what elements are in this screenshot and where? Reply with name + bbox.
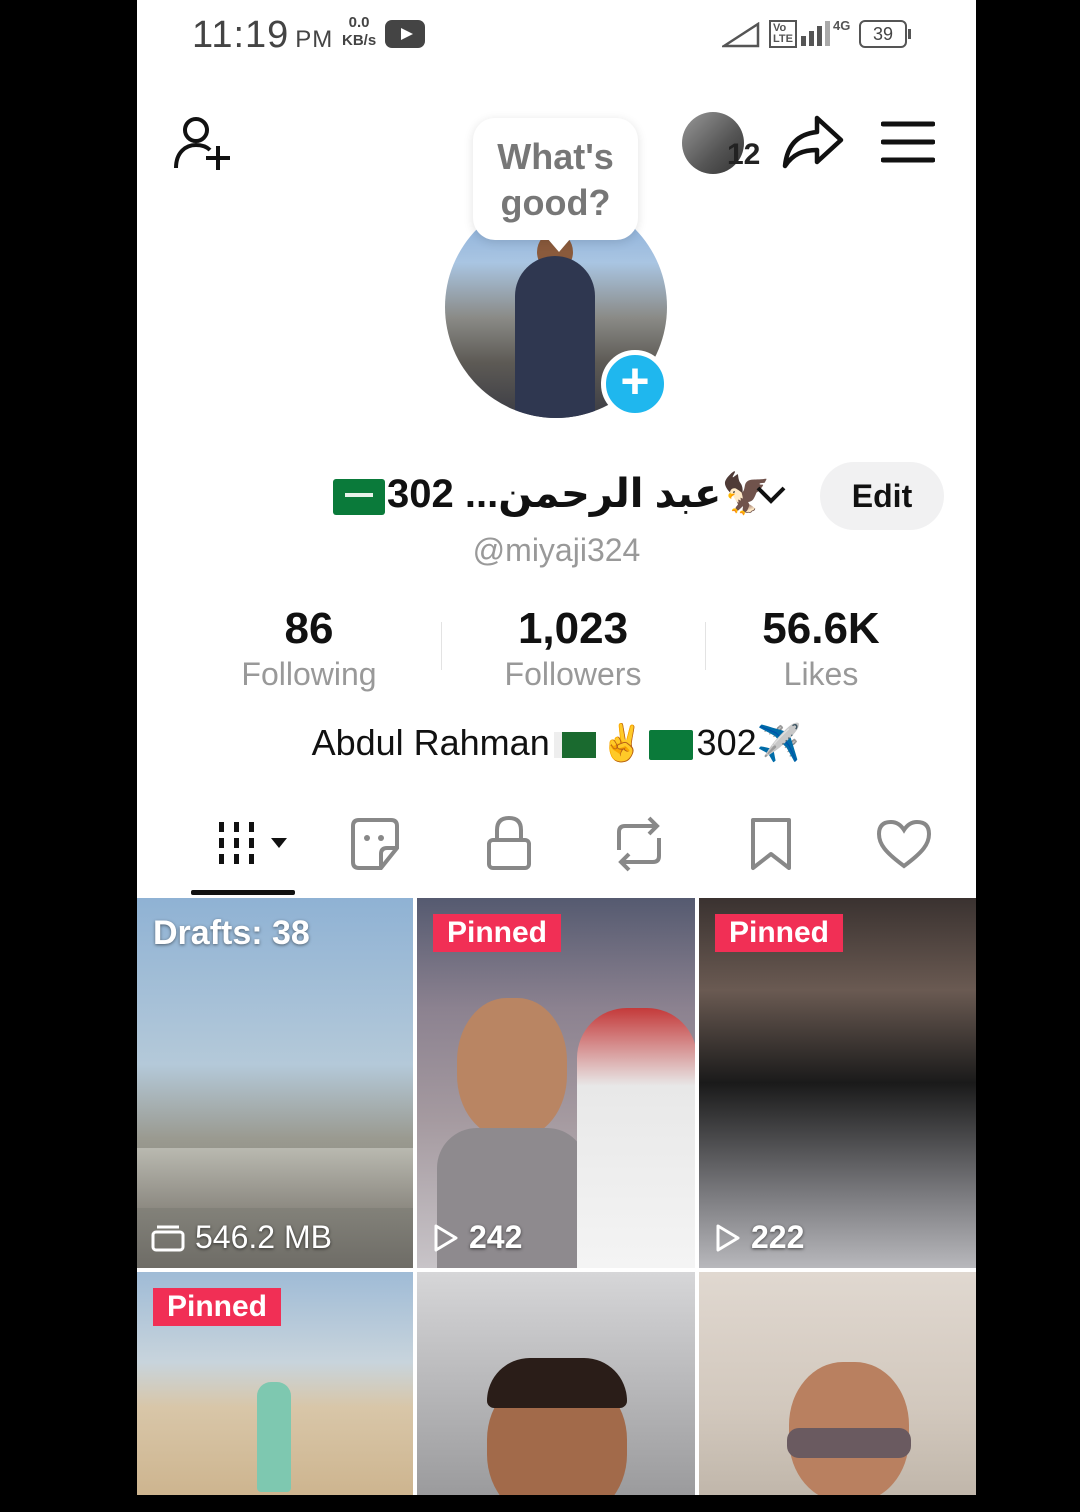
video-grid: Drafts: 38 546.2 MB Pinned 242 Pinned 22… [137,898,976,1495]
thumb-person [257,1382,291,1492]
display-name[interactable]: عبد الرحمن... 302🦅 [387,470,771,517]
profile-tabs [137,810,976,898]
video-tile-pinned-1[interactable]: Pinned 242 [417,898,695,1268]
stat-followers[interactable]: 1,023 Followers [453,604,693,694]
active-tab-indicator [191,890,295,895]
stat-divider [441,622,442,670]
thumb-hair [487,1358,627,1408]
edit-profile-button[interactable]: Edit [820,462,944,530]
view-count: 242 [433,1219,522,1256]
bubble-text-line2: good? [500,182,611,223]
heart-tab-icon[interactable] [875,810,933,880]
video-tile-pinned-2[interactable]: Pinned 222 [699,898,976,1268]
pinned-badge: Pinned [433,914,562,952]
followers-label: Followers [504,656,642,692]
menu-icon[interactable] [881,120,935,164]
followers-count: 1,023 [517,604,629,653]
clock: 11:19 PM [192,14,334,56]
view-count-text: 242 [469,1219,523,1255]
username-handle: @miyaji324 [472,532,641,568]
pinned-badge: Pinned [153,1288,282,1326]
network-speed: 0.0 KB/s [342,14,377,49]
video-tile-pinned-3[interactable]: Pinned [137,1272,413,1495]
share-icon[interactable] [781,112,845,172]
play-icon [716,1224,740,1251]
victory-emoji: ✌️ [599,722,645,763]
saudi-flag-icon [333,479,385,515]
drafts-size: 546.2 MB [151,1219,332,1256]
sticker-tab-icon[interactable] [347,810,403,880]
youtube-icon [385,20,425,48]
pinned-badge: Pinned [715,914,844,952]
stat-following[interactable]: 86 Following [189,604,429,694]
videos-grid-tab-icon[interactable] [215,810,295,880]
view-count: 222 [715,1219,804,1256]
story-count: 12 [727,138,761,171]
bio-tail: 302✈️ [696,722,802,763]
bio-text: Abdul Rahman [311,722,550,763]
avatar-body [515,256,595,418]
drafts-label: Drafts: 38 [153,914,310,952]
status-bar: 11:19 PM 0.0 KB/s Vo LTE 4G 39 [137,0,976,70]
stat-likes[interactable]: 56.6K Likes [701,604,941,694]
video-tile[interactable] [699,1272,976,1495]
phone-screen: 11:19 PM 0.0 KB/s Vo LTE 4G 39 What's good?… [137,0,976,1495]
repost-tab-icon[interactable] [609,810,669,880]
lock-tab-icon[interactable] [481,810,537,880]
network-type: 4G [833,18,851,33]
chevron-down-icon[interactable] [755,484,787,506]
following-label: Following [241,656,377,692]
bio: Abdul Rahman ✌️ 302✈️ [137,722,976,764]
view-count-text: 222 [751,1219,805,1255]
cell-signal-icon [801,21,830,46]
drafts-size-text: 546.2 MB [195,1219,332,1255]
status-bubble[interactable]: What's good? [473,118,638,252]
thumb-person2 [577,1008,695,1268]
likes-count: 56.6K [762,604,880,653]
add-friend-icon[interactable] [172,112,236,176]
bubble-text-line1: What's [497,136,614,177]
bookmark-tab-icon[interactable] [749,810,793,880]
battery-indicator: 39 [859,20,911,48]
drafts-tile[interactable]: Drafts: 38 546.2 MB [137,898,413,1268]
folder-icon [151,1225,185,1251]
likes-label: Likes [783,656,859,692]
saudi-flag-icon [648,730,693,761]
video-tile[interactable] [417,1272,695,1495]
add-story-button[interactable]: + [601,350,669,418]
wifi-signal-icon [722,22,760,48]
following-count: 86 [284,604,334,653]
drafts-thumb-road [137,1148,413,1208]
volte-icon: Vo LTE [769,20,797,48]
pakistan-flag-icon [553,732,596,759]
thumb-face [457,998,567,1138]
thumb-sunglasses [787,1428,911,1458]
play-icon [434,1224,458,1251]
